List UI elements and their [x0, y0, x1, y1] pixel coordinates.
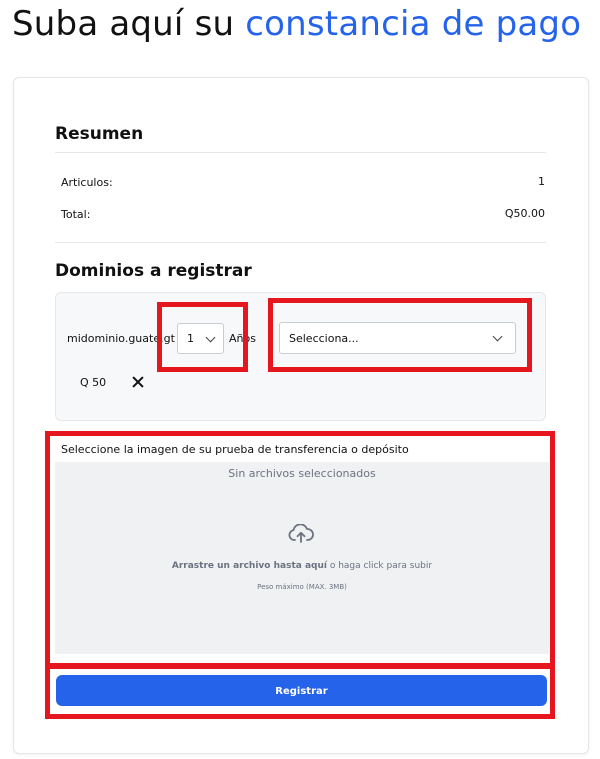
max-size-text: Peso máximo (MAX. 3MB) — [257, 583, 347, 591]
no-files-text: Sin archivos seleccionados — [228, 467, 376, 480]
total-value: Q50.00 — [504, 207, 545, 220]
summary-title: Resumen — [55, 124, 144, 144]
section-divider — [55, 242, 546, 243]
drag-text-mid: o haga — [326, 561, 364, 571]
upload-label: Seleccione la imagen de su prueba de tra… — [61, 443, 409, 456]
domains-title: Dominios a registrar — [55, 261, 252, 281]
drag-text-end: para subir — [383, 561, 433, 571]
click-link[interactable]: click — [364, 561, 384, 571]
drag-text-bold: Arrastre un archivo hasta aquí — [171, 561, 327, 571]
summary-divider — [55, 152, 546, 153]
chevron-down-icon — [205, 332, 216, 343]
file-dropzone[interactable]: Sin archivos seleccionados Arrastre un a… — [55, 462, 549, 654]
items-count-value: 1 — [538, 175, 545, 188]
chevron-down-icon — [492, 331, 503, 342]
domain-option-select[interactable]: Selecciona... — [279, 322, 516, 354]
years-select[interactable]: 1 — [177, 323, 224, 354]
domain-option-select-value: Selecciona... — [289, 332, 359, 345]
total-label: Total: — [61, 208, 91, 221]
dropzone-instructions: Arrastre un archivo hasta aquí o haga cl… — [55, 561, 549, 571]
items-count-label: Articulos: — [61, 176, 113, 189]
heading-prefix: Suba aquí su — [12, 4, 246, 44]
years-label: Años — [229, 332, 256, 345]
years-select-value: 1 — [187, 332, 194, 345]
page-heading: Suba aquí su constancia de pago — [12, 4, 581, 44]
cloud-upload-icon — [288, 524, 314, 543]
domain-item — [55, 292, 546, 421]
register-button[interactable]: Registrar — [56, 675, 547, 706]
heading-accent: constancia de pago — [245, 4, 582, 44]
close-icon[interactable] — [130, 374, 146, 390]
domain-price: Q 50 — [80, 376, 107, 389]
domain-name: midominio.guate.gt — [67, 332, 175, 345]
